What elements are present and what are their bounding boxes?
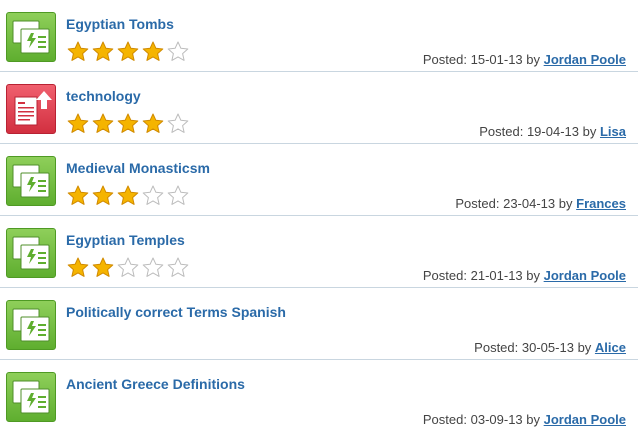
posted-label: Posted: xyxy=(422,268,467,283)
by-label: by xyxy=(582,124,597,139)
star-empty-icon[interactable] xyxy=(142,185,164,205)
star-filled-icon[interactable] xyxy=(92,185,114,205)
stars-graphic xyxy=(67,113,189,133)
by-label: by xyxy=(526,268,541,283)
stars-graphic xyxy=(67,41,189,61)
star-filled-icon[interactable] xyxy=(92,257,114,277)
star-rating xyxy=(66,184,194,208)
posted-info: Posted: 19-04-13 by Lisa xyxy=(479,124,626,139)
list-item: Ancient Greece Definitions Posted: 03-09… xyxy=(0,360,638,432)
star-filled-icon[interactable] xyxy=(142,41,164,61)
resource-title-link[interactable]: Egyptian Temples xyxy=(66,232,185,248)
posted-info: Posted: 30-05-13 by Alice xyxy=(474,340,626,355)
posted-date: 03-09-13 xyxy=(470,412,523,427)
posted-date: 21-01-13 xyxy=(470,268,523,283)
star-filled-icon[interactable] xyxy=(67,257,89,277)
posted-date: 19-04-13 xyxy=(526,124,579,139)
resource-thumbnail[interactable] xyxy=(6,84,56,134)
star-filled-icon[interactable] xyxy=(117,41,139,61)
star-empty-icon[interactable] xyxy=(167,113,189,133)
stars-graphic xyxy=(67,257,189,277)
star-filled-icon[interactable] xyxy=(142,113,164,133)
posted-info: Posted: 03-09-13 by Jordan Poole xyxy=(423,412,626,427)
resource-thumbnail[interactable] xyxy=(6,300,56,350)
list-item: technology Posted: 19-04-13 by Lisa xyxy=(0,72,638,144)
resource-thumbnail[interactable] xyxy=(6,372,56,422)
posted-info: Posted: 23-04-13 by Frances xyxy=(455,196,626,211)
by-label: by xyxy=(526,52,541,67)
resource-thumbnail[interactable] xyxy=(6,12,56,62)
star-empty-icon[interactable] xyxy=(167,257,189,277)
star-filled-icon[interactable] xyxy=(92,41,114,61)
star-filled-icon[interactable] xyxy=(67,185,89,205)
by-label: by xyxy=(558,196,573,211)
author-link[interactable]: Jordan Poole xyxy=(544,412,626,427)
star-filled-icon[interactable] xyxy=(117,113,139,133)
author-link[interactable]: Jordan Poole xyxy=(544,268,626,283)
posted-info: Posted: 21-01-13 by Jordan Poole xyxy=(423,268,626,283)
star-rating xyxy=(66,40,194,64)
posted-label: Posted: xyxy=(422,52,467,67)
resource-title-link[interactable]: Egyptian Tombs xyxy=(66,16,174,32)
resource-title-link[interactable]: Politically correct Terms Spanish xyxy=(66,304,286,320)
author-link[interactable]: Jordan Poole xyxy=(544,52,626,67)
resource-thumbnail[interactable] xyxy=(6,156,56,206)
star-empty-icon[interactable] xyxy=(167,41,189,61)
posted-info: Posted: 15-01-13 by Jordan Poole xyxy=(423,52,626,67)
star-rating xyxy=(66,256,194,280)
posted-label: Posted: xyxy=(422,412,467,427)
author-link[interactable]: Alice xyxy=(595,340,626,355)
posted-date: 30-05-13 xyxy=(521,340,574,355)
stars-graphic xyxy=(67,185,189,205)
posted-date: 23-04-13 xyxy=(503,196,556,211)
list-item: Politically correct Terms Spanish Posted… xyxy=(0,288,638,360)
resource-title-link[interactable]: Medieval Monasticsm xyxy=(66,160,210,176)
posted-date: 15-01-13 xyxy=(470,52,523,67)
author-link[interactable]: Lisa xyxy=(600,124,626,139)
resource-thumbnail[interactable] xyxy=(6,228,56,278)
star-empty-icon[interactable] xyxy=(167,185,189,205)
by-label: by xyxy=(526,412,541,427)
posted-label: Posted: xyxy=(474,340,519,355)
posted-label: Posted: xyxy=(455,196,500,211)
star-filled-icon[interactable] xyxy=(117,185,139,205)
posted-label: Posted: xyxy=(479,124,524,139)
star-filled-icon[interactable] xyxy=(67,41,89,61)
author-link[interactable]: Frances xyxy=(576,196,626,211)
by-label: by xyxy=(577,340,592,355)
list-item: Egyptian Tombs Posted: 15-01-13 by Jorda… xyxy=(0,0,638,72)
star-filled-icon[interactable] xyxy=(92,113,114,133)
star-filled-icon[interactable] xyxy=(67,113,89,133)
star-empty-icon[interactable] xyxy=(142,257,164,277)
resource-title-link[interactable]: technology xyxy=(66,88,141,104)
star-empty-icon[interactable] xyxy=(117,257,139,277)
list-item: Medieval Monasticsm Posted: 23-04-13 by … xyxy=(0,144,638,216)
list-item: Egyptian Temples Posted: 21-01-13 by Jor… xyxy=(0,216,638,288)
star-rating xyxy=(66,112,194,136)
resource-title-link[interactable]: Ancient Greece Definitions xyxy=(66,376,245,392)
resource-list: Egyptian Tombs Posted: 15-01-13 by Jorda… xyxy=(0,0,638,432)
